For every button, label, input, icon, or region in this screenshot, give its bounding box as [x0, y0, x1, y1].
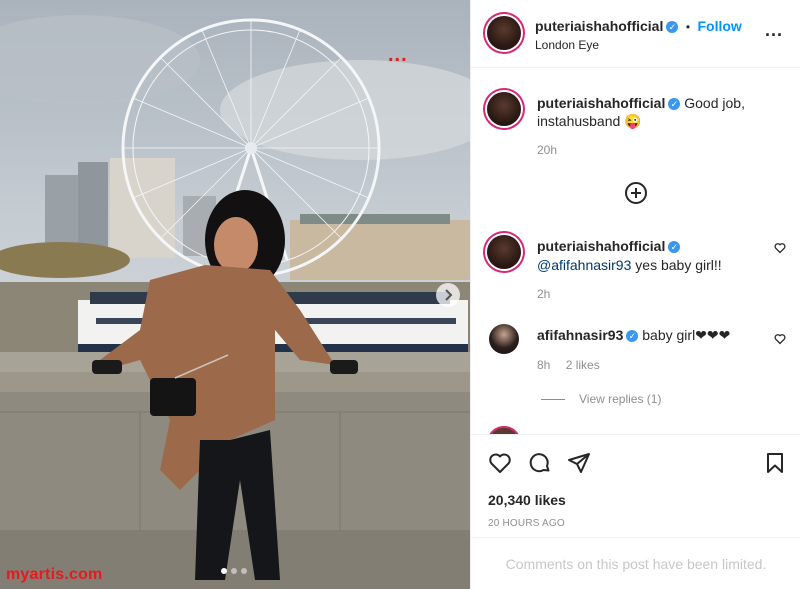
comment-time[interactable]: 2h — [537, 287, 550, 301]
chevron-right-icon — [445, 289, 453, 301]
author-username[interactable]: puteriaishahofficial — [535, 18, 663, 34]
next-photo-button[interactable] — [436, 283, 460, 307]
site-watermark: myartis.com — [6, 566, 103, 583]
comment-mention[interactable]: @afifahnasir93 — [537, 257, 631, 273]
bookmark-icon — [767, 453, 783, 473]
comment-time[interactable]: 8h — [537, 358, 550, 372]
plus-circle-icon — [625, 182, 647, 204]
caption-text: puteriaishahofficial ✓ Good job, instahus… — [537, 94, 757, 130]
caption-username[interactable]: puteriaishahofficial — [537, 95, 665, 111]
comment-button[interactable] — [528, 451, 552, 480]
carousel-dots — [221, 568, 247, 574]
verified-badge-icon: ✓ — [668, 241, 681, 253]
post-side-panel: puteriaishahofficial ✓ • Follow London Ey… — [470, 0, 800, 589]
comment-text: puteriaishahofficial ✓ @afifahnasir93 yes… — [537, 237, 767, 275]
comment-likes[interactable]: 2 likes — [566, 358, 600, 372]
photo-illustration — [0, 15, 470, 589]
post-photo[interactable]: ... myartis.com — [0, 0, 470, 589]
replies-divider — [541, 399, 565, 400]
post-age[interactable]: 20 HOURS AGO — [488, 518, 565, 529]
caption-time[interactable]: 20h — [537, 143, 557, 157]
carousel-dot — [231, 568, 237, 574]
follow-button[interactable]: Follow — [697, 18, 741, 34]
load-more-comments-button[interactable] — [624, 181, 648, 205]
carousel-dot-active — [221, 568, 227, 574]
author-avatar[interactable] — [487, 16, 521, 50]
comments-divider — [471, 537, 800, 538]
comment-body: baby girl❤❤❤ — [642, 327, 731, 343]
comment-username[interactable]: afifahnasir93 — [537, 327, 623, 343]
post-location[interactable]: London Eye — [535, 38, 599, 52]
comment-avatar-partial — [487, 426, 521, 434]
separator-dot: • — [685, 20, 691, 34]
verified-badge-icon: ✓ — [668, 98, 681, 110]
comment-text: afifahnasir93 ✓ baby girl❤❤❤ — [537, 326, 767, 345]
comment-icon — [529, 453, 550, 473]
photo-overlay-dots: ... — [388, 44, 408, 66]
like-button[interactable] — [488, 451, 512, 480]
heart-icon — [774, 243, 786, 254]
verified-badge-icon: ✓ — [626, 330, 639, 342]
heart-icon — [489, 453, 511, 473]
caption-avatar[interactable] — [487, 92, 521, 126]
view-replies-button[interactable]: View replies (1) — [541, 392, 661, 406]
comment-body: yes baby girl!! — [635, 257, 722, 273]
comments-limited-notice: Comments on this post have been limited. — [505, 556, 767, 572]
carousel-dot — [241, 568, 247, 574]
comment-meta: 8h 2 likes — [537, 358, 600, 372]
verified-badge-icon: ✓ — [666, 21, 679, 33]
comment-avatar[interactable] — [489, 324, 519, 354]
author-line: puteriaishahofficial ✓ • Follow — [535, 18, 742, 36]
send-icon — [568, 453, 590, 473]
comment-avatar[interactable] — [487, 235, 521, 269]
likes-count[interactable]: 20,340 likes — [488, 492, 566, 508]
post-header: puteriaishahofficial ✓ • Follow London Ey… — [471, 0, 800, 68]
view-replies-label: View replies (1) — [579, 392, 662, 406]
save-button[interactable] — [763, 451, 787, 480]
comment-username[interactable]: puteriaishahofficial — [537, 238, 665, 254]
comment-like-button[interactable] — [774, 333, 786, 348]
more-options-button[interactable]: ... — [765, 20, 783, 41]
heart-icon — [774, 334, 786, 345]
comment-like-button[interactable] — [774, 242, 786, 257]
share-button[interactable] — [567, 451, 591, 480]
action-bar — [471, 434, 800, 435]
